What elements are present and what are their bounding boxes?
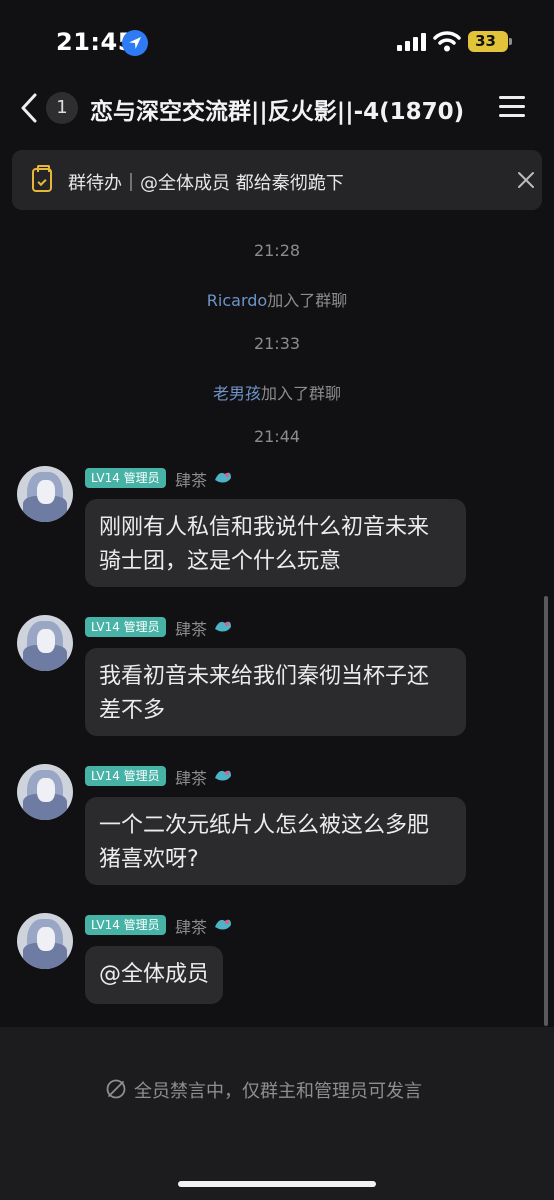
scrollbar[interactable] <box>544 596 548 1026</box>
chat-message: LV14 管理员 肆茶 一个二次元纸片人怎么被这么多肥 猪喜欢呀? <box>0 764 554 888</box>
joined-user-name[interactable]: Ricardo <box>207 291 267 310</box>
status-bar: 21:45 33 <box>0 0 554 84</box>
join-notice: 老男孩加入了群聊 <box>0 380 554 404</box>
chat-message: LV14 管理员 肆茶 刚刚有人私信和我说什么初音未来 骑士团，这是个什么玩意 <box>0 466 554 590</box>
mute-notice: 全员禁言中，仅群主和管理员可发言 <box>134 1081 422 1102</box>
sender-name[interactable]: 肆茶 <box>175 616 207 640</box>
menu-icon[interactable] <box>499 96 525 118</box>
member-title-icon <box>213 617 233 635</box>
message-bubble[interactable]: 刚刚有人私信和我说什么初音未来 骑士团，这是个什么玩意 <box>85 499 466 587</box>
level-badge: LV14 管理员 <box>85 766 166 786</box>
chat-message: LV14 管理员 肆茶 @全体成员 <box>0 913 554 1009</box>
sender-name[interactable]: 肆茶 <box>175 914 207 938</box>
avatar[interactable] <box>17 615 73 671</box>
level-badge: LV14 管理员 <box>85 468 166 488</box>
timestamp: 21:28 <box>253 241 301 260</box>
mute-icon <box>105 1078 127 1104</box>
message-bubble[interactable]: 一个二次元纸片人怎么被这么多肥 猪喜欢呀? <box>85 797 466 885</box>
avatar[interactable] <box>17 466 73 522</box>
joined-user-name[interactable]: 老男孩 <box>213 384 261 403</box>
member-title-icon <box>213 468 233 486</box>
battery-level: 33 <box>475 32 496 50</box>
member-title-icon <box>213 915 233 933</box>
join-action: 加入了群聊 <box>261 384 342 403</box>
join-notice: Ricardo加入了群聊 <box>0 287 554 311</box>
member-title-icon <box>213 766 233 784</box>
home-indicator <box>178 1181 376 1187</box>
timestamp: 21:33 <box>253 334 301 353</box>
avatar[interactable] <box>17 913 73 969</box>
signal-icon <box>397 33 427 51</box>
message-bubble[interactable]: @全体成员 <box>85 946 224 1004</box>
timestamp: 21:44 <box>253 427 301 446</box>
wifi-icon <box>433 30 461 56</box>
battery-icon: 33 <box>468 31 512 52</box>
chat-header: 1 恋与深空交流群||反火影||-4(1870) <box>0 84 554 132</box>
unread-count-badge[interactable]: 1 <box>46 92 78 124</box>
sender-name[interactable]: 肆茶 <box>175 467 207 491</box>
todo-clipboard-icon <box>32 165 52 192</box>
sender-name[interactable]: 肆茶 <box>175 765 207 789</box>
level-badge: LV14 管理员 <box>85 915 166 935</box>
chat-message: LV14 管理员 肆茶 我看初音未来给我们秦彻当杯子还 差不多 <box>0 615 554 739</box>
join-action: 加入了群聊 <box>267 291 348 310</box>
message-bubble[interactable]: 我看初音未来给我们秦彻当杯子还 差不多 <box>85 648 466 736</box>
input-area: 全员禁言中，仅群主和管理员可发言 <box>0 1027 554 1200</box>
level-badge: LV14 管理员 <box>85 617 166 637</box>
avatar[interactable] <box>17 764 73 820</box>
location-arrow-icon <box>122 30 148 56</box>
todo-text: 群待办｜@全体成员 都给秦彻跪下 <box>68 173 344 194</box>
group-todo-banner[interactable]: 群待办｜@全体成员 都给秦彻跪下 <box>12 150 542 210</box>
back-chevron-icon[interactable] <box>18 92 40 128</box>
group-title[interactable]: 恋与深空交流群||反火影||-4(1870) <box>90 92 464 126</box>
close-icon[interactable] <box>516 170 536 194</box>
